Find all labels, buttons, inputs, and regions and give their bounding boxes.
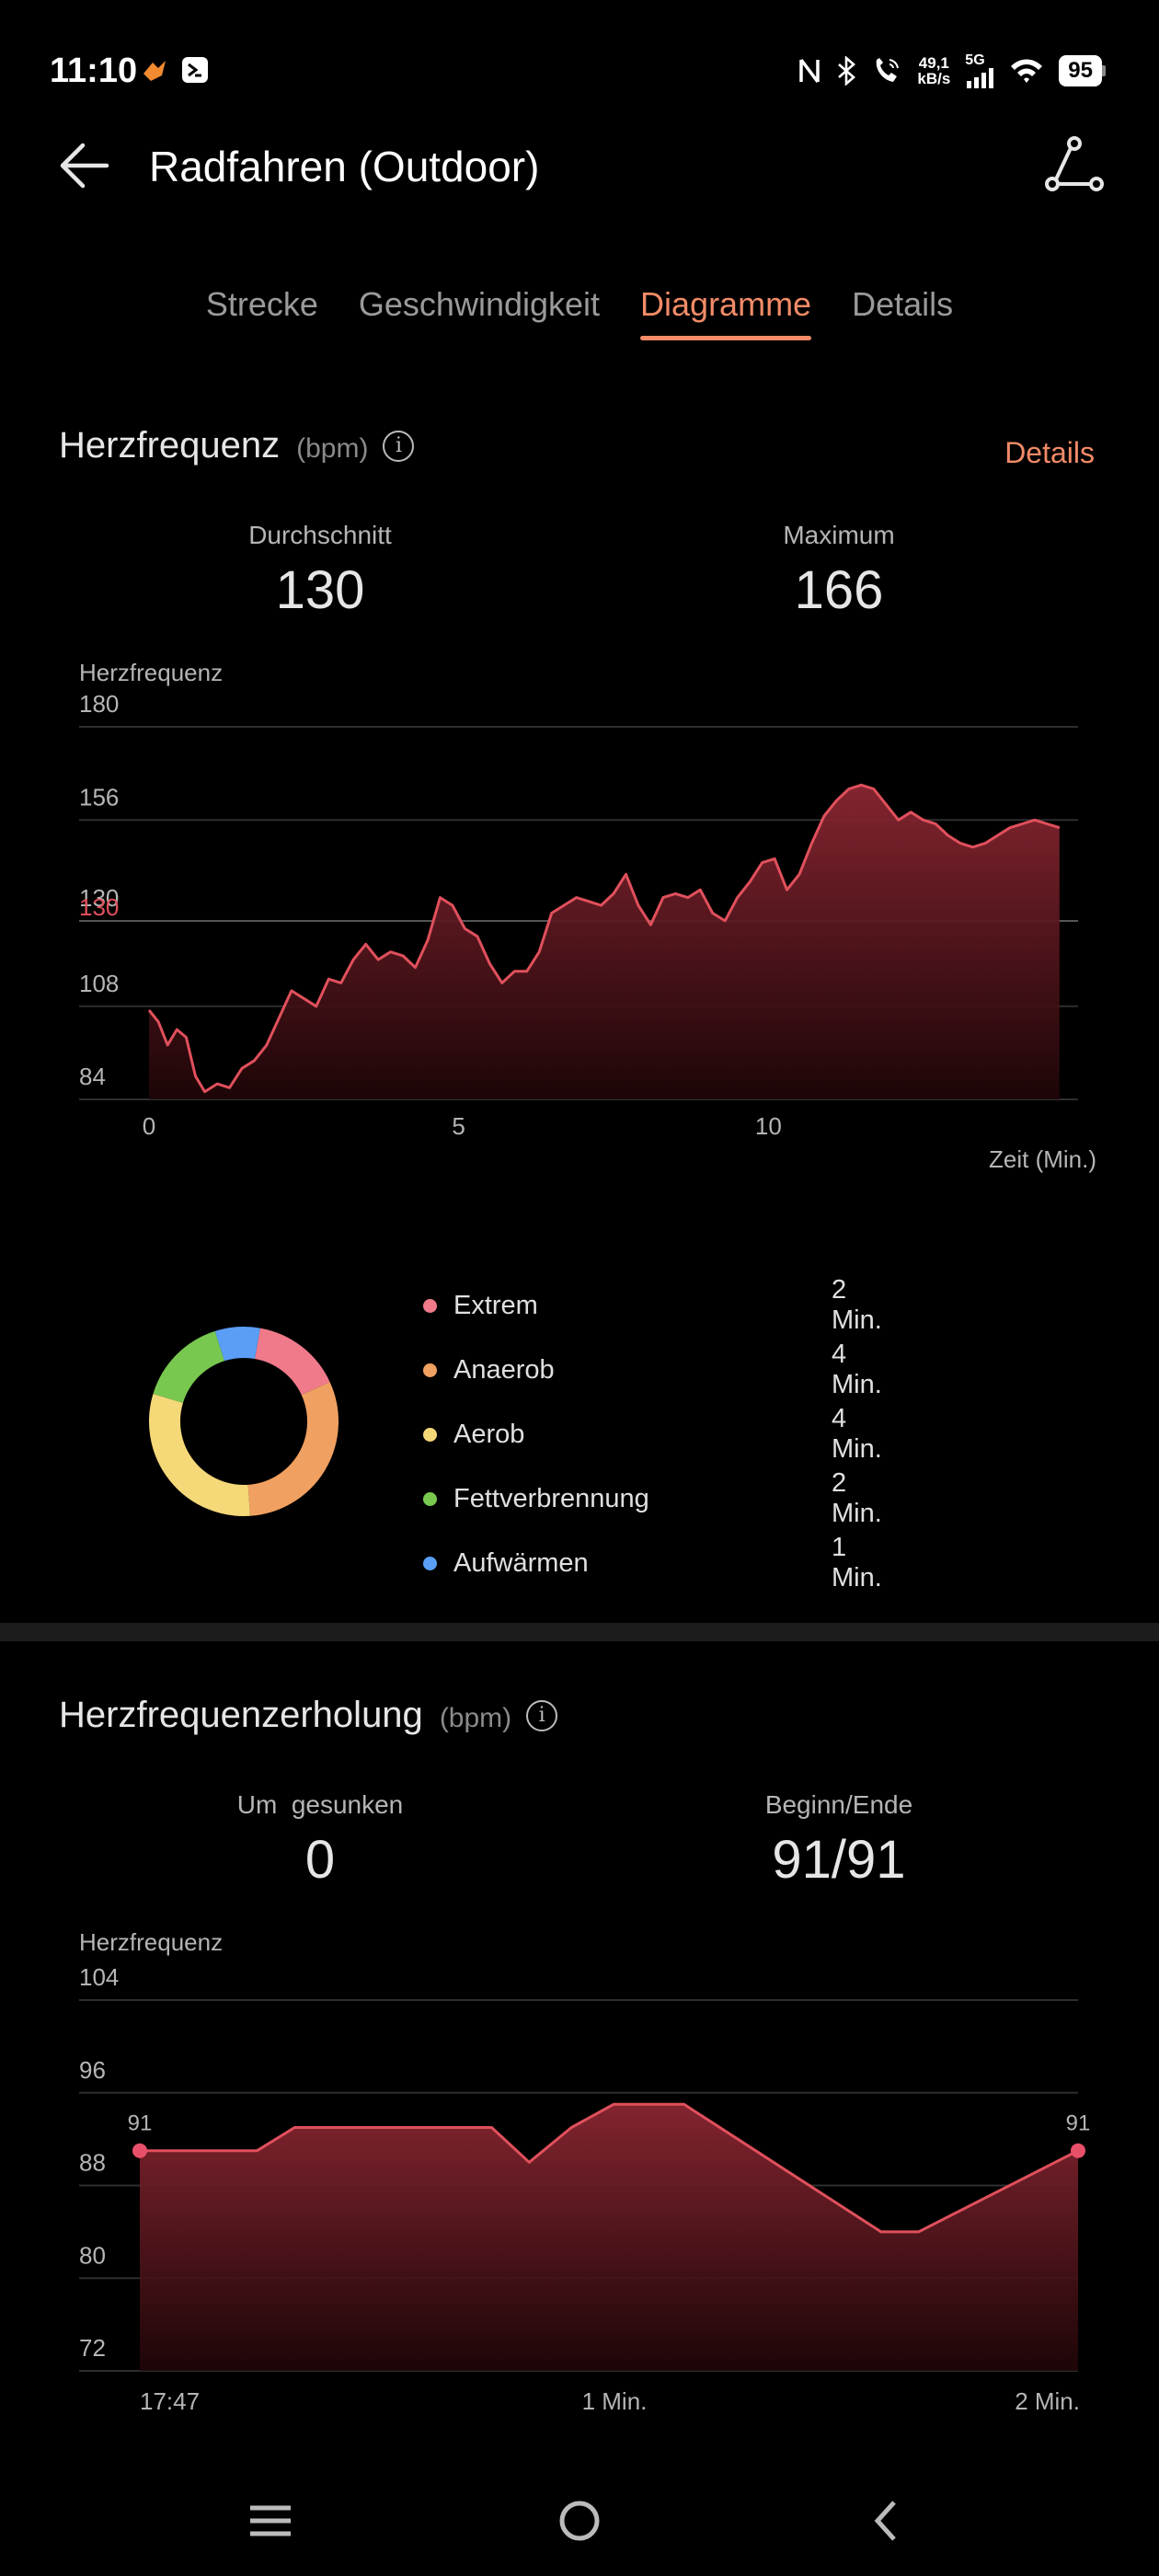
hr-details-link[interactable]: Details	[1004, 436, 1095, 470]
hr-unit: (bpm)	[296, 433, 369, 464]
recovery-y-tick: 88	[79, 2149, 106, 2177]
hr-x-axis-label: Zeit (Min.)	[989, 1145, 1096, 1173]
zone-color-dot	[423, 1427, 437, 1442]
home-circle-icon[interactable]	[557, 2499, 602, 2543]
start-end-label: Beginn/Ende	[764, 1790, 913, 1819]
zone-color-dot	[423, 1298, 437, 1313]
net-speed: 49,1 kB/s	[917, 55, 950, 86]
net-speed-value: 49,1	[918, 54, 949, 72]
system-nav-bar	[0, 2484, 1159, 2558]
hr-x-tick: 0	[143, 1112, 155, 1140]
recovery-y-tick: 80	[79, 2241, 106, 2269]
battery-tip	[1102, 65, 1106, 76]
nfc-icon	[799, 58, 820, 84]
wifi-icon	[1011, 59, 1043, 83]
recovery-section-header: Herzfrequenzerholung (bpm) i	[59, 1695, 558, 1736]
recovery-y-tick: 96	[79, 2056, 106, 2084]
recovery-unit: (bpm)	[439, 1703, 512, 1733]
hr-avg-reference-label: 130	[79, 893, 119, 921]
hr-section-title: Herzfrequenz	[59, 425, 281, 466]
battery-level: 95	[1059, 55, 1102, 86]
hr-area	[149, 785, 1060, 1099]
hr-y-tick: 84	[79, 1063, 106, 1090]
hr-chart: 180156130108841300 5 10Zeit (Min.)	[79, 690, 1096, 1173]
max-value: 166	[794, 560, 884, 620]
hr-x-tick: 10	[755, 1112, 782, 1140]
zone-row: Anaerob 4 Min.	[423, 1340, 901, 1400]
recovery-end-label: 91	[1066, 2111, 1091, 2136]
hr-y-tick: 180	[79, 690, 119, 718]
tab-bar: Strecke Geschwindigkeit Diagramme Detail…	[0, 285, 1159, 340]
recovery-x-tick: 17:47	[140, 2387, 200, 2415]
zone-slice-fettverbrennung	[153, 1330, 225, 1404]
chevron-left-icon[interactable]	[868, 2499, 905, 2543]
page-title: Radfahren (Outdoor)	[149, 143, 540, 190]
zone-duration: 2 Min.	[832, 1468, 882, 1528]
info-icon[interactable]: i	[526, 1700, 558, 1731]
app-notification-icon	[143, 61, 166, 81]
recovery-x-tick: 2 Min.	[1015, 2387, 1080, 2415]
status-icons: 49,1 kB/s 5G 95	[798, 53, 1106, 88]
zone-row: Aerob 4 Min.	[423, 1404, 901, 1465]
hr-x-tick: 5	[452, 1112, 465, 1140]
hr-y-tick: 156	[79, 783, 119, 811]
zone-slice-aerob	[149, 1394, 250, 1516]
recovery-section-title: Herzfrequenzerholung	[59, 1695, 423, 1735]
max-label: Maximum	[783, 521, 895, 549]
recovery-chart: 104 96 88 80 72 91 91 17:47 1 Min. 2 Min.	[79, 1963, 1091, 2415]
zone-slice-aufwärmen	[214, 1327, 260, 1362]
zone-color-dot	[423, 1491, 437, 1506]
recovery-start-label: 91	[128, 2111, 153, 2136]
signal-bars-icon	[967, 68, 994, 88]
zone-row: Fettverbrennung 2 Min.	[423, 1468, 901, 1529]
battery-indicator: 95	[1059, 55, 1106, 86]
zone-duration: 4 Min.	[832, 1404, 882, 1464]
recovery-y-tick: 104	[79, 1963, 119, 1991]
zone-duration: 4 Min.	[832, 1340, 882, 1399]
tab-strecke[interactable]: Strecke	[206, 285, 318, 340]
zone-slice-extrem	[254, 1328, 330, 1396]
recovery-area	[140, 2104, 1078, 2371]
net-speed-unit: kB/s	[917, 70, 951, 87]
back-arrow-icon[interactable]	[55, 136, 114, 195]
zone-name: Anaerob	[453, 1354, 555, 1385]
dropped-value: 0	[304, 1830, 336, 1890]
app-notification-icon-2	[182, 57, 208, 83]
zone-name: Aufwärmen	[453, 1547, 589, 1578]
zone-duration: 2 Min.	[832, 1275, 882, 1335]
hr-y-tick: 108	[79, 970, 119, 997]
tab-details[interactable]: Details	[852, 285, 953, 340]
status-app-icons	[140, 55, 210, 85]
recovery-end-marker	[1071, 2143, 1085, 2158]
cell-signal: 5G	[965, 53, 994, 88]
zone-slice-anaerob	[247, 1382, 339, 1516]
tab-geschwindigkeit[interactable]: Geschwindigkeit	[359, 285, 600, 340]
avg-label: Durchschnitt	[248, 521, 392, 549]
avg-value: 130	[275, 560, 365, 620]
start-end-value: 91/91	[772, 1830, 906, 1890]
zone-color-dot	[423, 1556, 437, 1570]
recovery-start-marker	[132, 2143, 147, 2158]
menu-icon[interactable]	[248, 2502, 293, 2539]
hr-section-header: Herzfrequenz (bpm) i	[59, 425, 415, 466]
zone-name: Extrem	[453, 1290, 538, 1320]
status-time: 11:10	[50, 52, 138, 90]
wifi-calling-icon	[877, 58, 900, 82]
tab-diagramme[interactable]: Diagramme	[640, 285, 812, 340]
dropped-label: Um gesunken	[236, 1790, 404, 1819]
info-icon[interactable]: i	[383, 431, 415, 462]
bluetooth-icon	[838, 56, 856, 86]
zone-color-dot	[423, 1363, 437, 1377]
zone-name: Fettverbrennung	[453, 1483, 649, 1513]
section-divider	[0, 1623, 1159, 1641]
zone-row: Aufwärmen 1 Min.	[423, 1533, 901, 1593]
zone-duration: 1 Min.	[832, 1533, 882, 1593]
recovery-y-tick: 72	[79, 2334, 106, 2362]
recovery-x-tick: 1 Min.	[582, 2387, 648, 2415]
route-share-icon[interactable]	[1043, 134, 1106, 197]
zone-name: Aerob	[453, 1419, 525, 1449]
zone-donut-chart	[149, 1327, 339, 1516]
zone-row: Extrem 2 Min.	[423, 1275, 901, 1336]
network-type: 5G	[965, 52, 985, 68]
